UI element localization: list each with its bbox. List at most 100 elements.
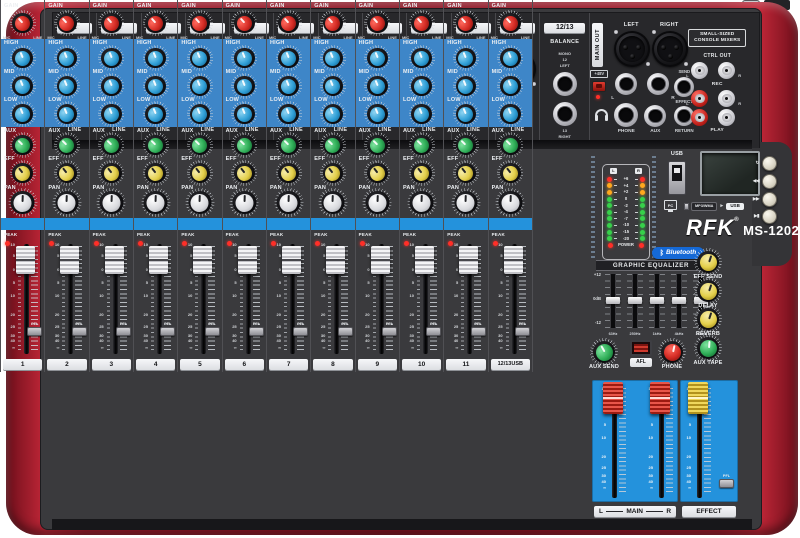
eff-knob[interactable] [10, 160, 36, 186]
pan-knob[interactable] [451, 188, 480, 217]
pfl-button[interactable] [382, 327, 397, 336]
pfl-button[interactable] [205, 327, 220, 336]
channel-fader[interactable] [415, 246, 434, 274]
mid-eq-knob[interactable] [497, 73, 523, 99]
high-eq-knob[interactable] [453, 45, 479, 71]
aux-knob[interactable] [143, 132, 169, 158]
gain-knob[interactable] [143, 10, 169, 36]
pan-knob[interactable] [8, 188, 37, 217]
pan-knob[interactable] [141, 188, 170, 217]
high-eq-knob[interactable] [409, 45, 435, 71]
fx-knob[interactable] [694, 248, 722, 276]
mid-eq-knob[interactable] [276, 73, 302, 99]
pan-knob[interactable] [407, 188, 436, 217]
low-eq-knob[interactable] [453, 101, 479, 127]
channel-fader[interactable] [371, 246, 390, 274]
eff-knob[interactable] [409, 160, 435, 186]
high-eq-knob[interactable] [54, 45, 80, 71]
aux-knob[interactable] [497, 132, 523, 158]
pan-knob[interactable] [363, 188, 392, 217]
gain-knob[interactable] [54, 10, 80, 36]
high-eq-knob[interactable] [231, 45, 257, 71]
channel-fader[interactable] [193, 246, 212, 274]
pfl-button[interactable] [116, 327, 131, 336]
pfl-button[interactable] [293, 327, 308, 336]
aux-knob[interactable] [364, 132, 390, 158]
low-eq-knob[interactable] [143, 101, 169, 127]
geq-slider[interactable] [650, 297, 664, 304]
low-eq-knob[interactable] [409, 101, 435, 127]
eff-knob[interactable] [364, 160, 390, 186]
aux-knob[interactable] [409, 132, 435, 158]
channel-fader[interactable] [282, 246, 301, 274]
mid-eq-knob[interactable] [98, 73, 124, 99]
mid-eq-knob[interactable] [10, 73, 36, 99]
mid-eq-knob[interactable] [320, 73, 346, 99]
gain-knob[interactable] [453, 10, 479, 36]
low-eq-knob[interactable] [98, 101, 124, 127]
high-eq-knob[interactable] [98, 45, 124, 71]
previous-button[interactable] [762, 174, 777, 189]
mid-eq-knob[interactable] [54, 73, 80, 99]
effect-fader[interactable] [688, 382, 708, 414]
gain-knob[interactable] [409, 10, 435, 36]
pan-knob[interactable] [230, 188, 259, 217]
aux-knob[interactable] [453, 132, 479, 158]
geq-slider[interactable] [606, 297, 620, 304]
low-eq-knob[interactable] [231, 101, 257, 127]
eff-knob[interactable] [98, 160, 124, 186]
pfl-button[interactable] [160, 327, 175, 336]
eff-knob[interactable] [453, 160, 479, 186]
low-eq-knob[interactable] [364, 101, 390, 127]
aux-tape-knob[interactable] [694, 334, 722, 362]
main-left-fader[interactable] [603, 382, 623, 414]
aux-knob[interactable] [187, 132, 213, 158]
geq-slider[interactable] [672, 297, 686, 304]
channel-fader[interactable] [16, 246, 35, 274]
gain-knob[interactable] [231, 10, 257, 36]
low-eq-knob[interactable] [54, 101, 80, 127]
channel-fader[interactable] [504, 246, 523, 274]
high-eq-knob[interactable] [276, 45, 302, 71]
low-eq-knob[interactable] [10, 101, 36, 127]
low-eq-knob[interactable] [187, 101, 213, 127]
high-eq-knob[interactable] [320, 45, 346, 71]
eff-knob[interactable] [320, 160, 346, 186]
gain-knob[interactable] [276, 10, 302, 36]
pfl-button[interactable] [515, 327, 530, 336]
high-eq-knob[interactable] [10, 45, 36, 71]
high-eq-knob[interactable] [497, 45, 523, 71]
eff-knob[interactable] [231, 160, 257, 186]
repeat-button[interactable] [762, 156, 777, 171]
pan-knob[interactable] [318, 188, 347, 217]
pan-knob[interactable] [97, 188, 126, 217]
gain-knob[interactable] [10, 10, 36, 36]
gain-knob[interactable] [98, 10, 124, 36]
eff-knob[interactable] [187, 160, 213, 186]
aux-knob[interactable] [54, 132, 80, 158]
high-eq-knob[interactable] [143, 45, 169, 71]
gain-knob[interactable] [187, 10, 213, 36]
eff-knob[interactable] [497, 160, 523, 186]
mid-eq-knob[interactable] [231, 73, 257, 99]
pfl-button[interactable] [426, 327, 441, 336]
channel-fader[interactable] [326, 246, 345, 274]
channel-fader[interactable] [459, 246, 478, 274]
aux-send-knob[interactable] [590, 338, 618, 366]
low-eq-knob[interactable] [276, 101, 302, 127]
eff-knob[interactable] [143, 160, 169, 186]
main-right-fader[interactable] [650, 382, 670, 414]
aux-knob[interactable] [231, 132, 257, 158]
low-eq-knob[interactable] [497, 101, 523, 127]
fx-knob[interactable] [694, 277, 722, 305]
high-eq-knob[interactable] [364, 45, 390, 71]
mid-eq-knob[interactable] [453, 73, 479, 99]
aux-knob[interactable] [276, 132, 302, 158]
next-button[interactable] [762, 192, 777, 207]
pfl-button[interactable] [72, 327, 87, 336]
geq-slider[interactable] [628, 297, 642, 304]
pfl-button[interactable] [471, 327, 486, 336]
high-eq-knob[interactable] [187, 45, 213, 71]
effect-pfl-button[interactable] [719, 479, 734, 488]
pfl-button[interactable] [338, 327, 353, 336]
